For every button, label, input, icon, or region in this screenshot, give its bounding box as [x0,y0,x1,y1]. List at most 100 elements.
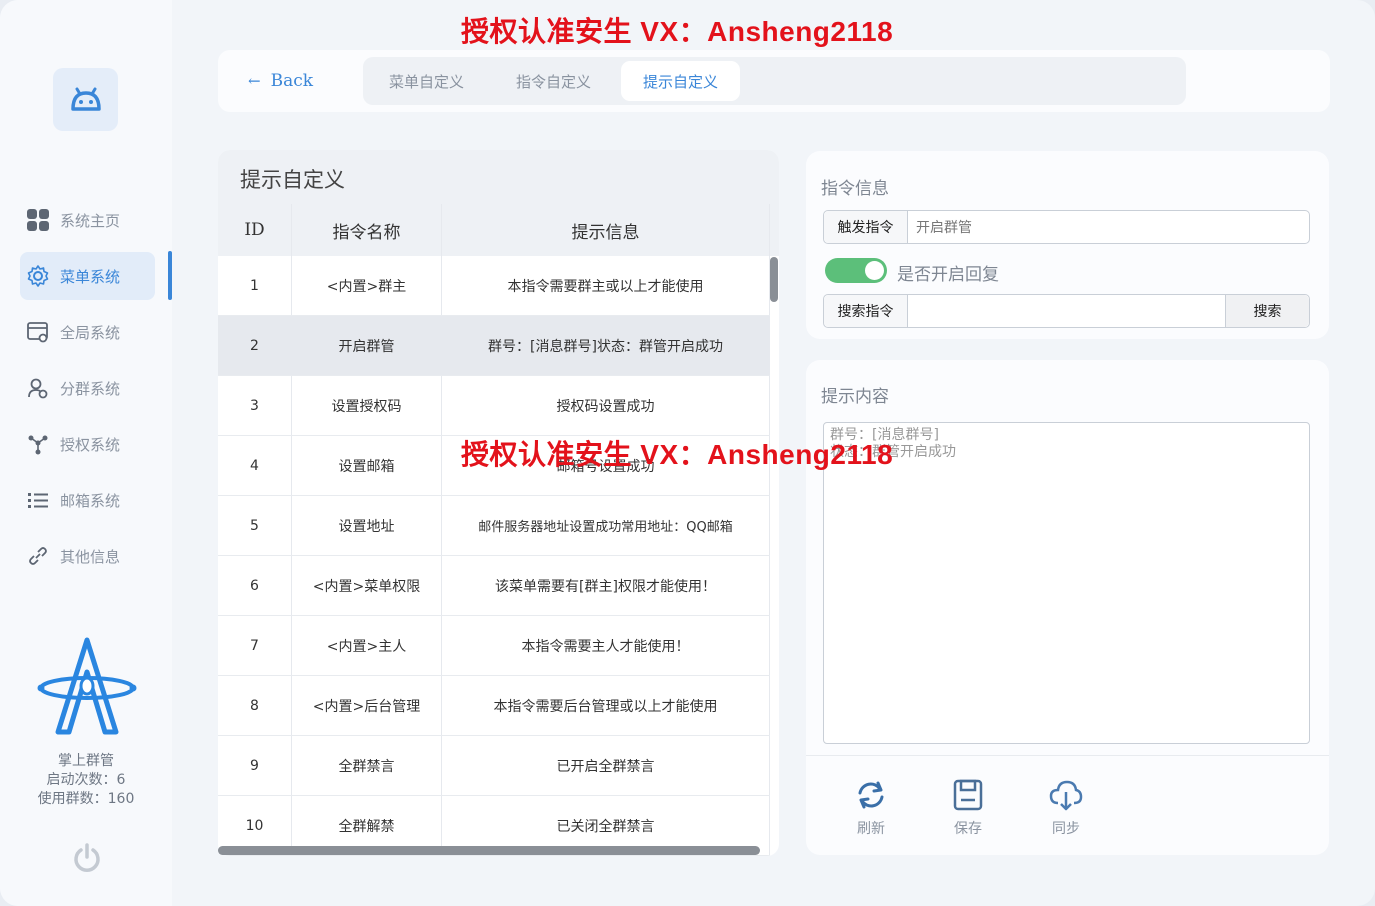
header-message[interactable]: 提示信息 [442,204,770,256]
cell-name: <内置>主人 [292,616,442,675]
cell-message: 邮件服务器地址设置成功常用地址：QQ邮箱 [442,496,770,555]
prompt-content-title: 提示内容 [821,387,889,407]
cell-name: <内置>菜单权限 [292,556,442,615]
sync-button[interactable]: 同步 [1036,778,1096,838]
cell-name: 设置地址 [292,496,442,555]
app-window: 系统主页 菜单系统 全局系统 分群系统 授权系统 邮箱系统 其他信息 掌上群管 … [0,0,1375,906]
search-button[interactable]: 搜索 [1225,295,1309,327]
sidebar-item-label: 全局系统 [60,323,121,342]
refresh-label: 刷新 [857,821,885,837]
group-count: 使用群数：160 [37,791,135,807]
sidebar-item-global[interactable]: 全局系统 [20,308,155,356]
table-row[interactable]: 1 <内置>群主 本指令需要群主或以上才能使用 [218,256,770,316]
cell-name: 开启群管 [292,316,442,375]
sidebar-item-label: 系统主页 [60,211,121,230]
table-row[interactable]: 8 <内置>后台管理 本指令需要后台管理或以上才能使用 [218,676,770,736]
reply-toggle-label: 是否开启回复 [897,265,999,285]
cell-name: 设置邮箱 [292,436,442,495]
cell-id: 3 [218,376,292,435]
list-icon [28,493,48,508]
sidebar-item-label: 菜单系统 [60,267,121,286]
sidebar-item-menu[interactable]: 菜单系统 [20,252,155,300]
trigger-command-label: 触发指令 [824,211,908,243]
cell-id: 1 [218,256,292,315]
sidebar-item-label: 其他信息 [60,547,121,566]
search-command-label: 搜索指令 [824,295,908,327]
sidebar-item-label: 分群系统 [60,379,121,398]
window-settings-icon [27,322,48,343]
sidebar-item-auth[interactable]: 授权系统 [20,420,155,468]
save-icon [953,779,983,811]
android-icon [70,87,101,111]
sidebar-item-mail[interactable]: 邮箱系统 [20,476,155,524]
active-nav-indicator [168,251,172,300]
cell-message: 群号：[消息群号]状态：群管开启成功 [442,316,770,375]
network-icon [28,435,48,455]
prompt-content-textarea[interactable]: 群号：[消息群号] 状态：群管开启成功 [823,422,1310,744]
cell-id: 8 [218,676,292,735]
tab-command-custom[interactable]: 指令自定义 [494,61,613,101]
table-vertical-scrollbar[interactable] [770,257,778,302]
table-row[interactable]: 6 <内置>菜单权限 该菜单需要有[群主]权限才能使用！ [218,556,770,616]
cell-message: 授权码设置成功 [442,376,770,435]
cell-id: 6 [218,556,292,615]
table-title: 提示自定义 [218,150,779,204]
table-body: 1 <内置>群主 本指令需要群主或以上才能使用 2 开启群管 群号：[消息群号]状态：群… [218,256,770,856]
cell-id: 7 [218,616,292,675]
refresh-icon [858,781,884,809]
launch-count: 启动次数：6 [46,772,126,788]
table-row[interactable]: 9 全群禁言 已开启全群禁言 [218,736,770,796]
table-row[interactable]: 3 设置授权码 授权码设置成功 [218,376,770,436]
table-row[interactable]: 5 设置地址 邮件服务器地址设置成功常用地址：QQ邮箱 [218,496,770,556]
brand-name: 掌上群管 [58,753,114,769]
cell-name: 全群禁言 [292,736,442,795]
brand-logo [37,637,137,735]
power-icon[interactable] [71,842,103,874]
sidebar-item-other[interactable]: 其他信息 [20,532,155,580]
app-logo [53,68,118,131]
table-header: ID 指令名称 提示信息 [218,204,779,256]
brand-info: 掌上群管 启动次数：6 使用群数：160 [0,752,172,809]
tab-bar: 菜单自定义 指令自定义 提示自定义 [363,57,1186,105]
watermark-top: 授权认准安生 VX：Ansheng2118 [461,16,894,47]
cell-name: <内置>后台管理 [292,676,442,735]
cell-message: 该菜单需要有[群主]权限才能使用！ [442,556,770,615]
gear-icon [27,265,49,287]
cell-message: 本指令需要后台管理或以上才能使用 [442,676,770,735]
users-icon [28,378,48,399]
sidebar-item-home[interactable]: 系统主页 [20,196,155,244]
save-button[interactable]: 保存 [938,778,998,838]
sidebar-item-group[interactable]: 分群系统 [20,364,155,412]
trigger-command-input[interactable]: 开启群管 [908,211,1309,243]
cell-id: 2 [218,316,292,375]
watermark-middle: 授权认准安生 VX：Ansheng2118 [461,439,894,470]
reply-toggle[interactable] [825,258,887,283]
cell-id: 5 [218,496,292,555]
sync-label: 同步 [1052,821,1080,837]
link-icon [29,547,47,565]
table-row-selected[interactable]: 2 开启群管 群号：[消息群号]状态：群管开启成功 [218,316,770,376]
refresh-button[interactable]: 刷新 [841,778,901,838]
cell-name: 设置授权码 [292,376,442,435]
arrow-left-icon: ← [248,72,261,90]
back-label: Back [270,71,314,91]
cell-message: 本指令需要主人才能使用！ [442,616,770,675]
sidebar-nav: 系统主页 菜单系统 全局系统 分群系统 授权系统 邮箱系统 其他信息 [20,196,155,588]
cloud-sync-icon [1049,780,1083,811]
sidebar-item-label: 邮箱系统 [60,491,121,510]
prompt-table-panel: 提示自定义 ID 指令名称 提示信息 1 <内置>群主 本指令需要群主或以上才能使用… [218,150,779,856]
cell-id: 9 [218,736,292,795]
tab-menu-custom[interactable]: 菜单自定义 [367,61,486,101]
save-label: 保存 [954,821,982,837]
table-row[interactable]: 7 <内置>主人 本指令需要主人才能使用！ [218,616,770,676]
back-button[interactable]: ← Back [248,68,313,94]
table-horizontal-scrollbar[interactable] [218,846,760,855]
header-name[interactable]: 指令名称 [292,204,442,256]
cell-message: 本指令需要群主或以上才能使用 [442,256,770,315]
trigger-command-field: 触发指令 开启群管 [823,210,1310,244]
header-id[interactable]: ID [218,204,292,256]
search-command-input[interactable] [908,295,1225,327]
sidebar-item-label: 授权系统 [60,435,121,454]
sidebar: 系统主页 菜单系统 全局系统 分群系统 授权系统 邮箱系统 其他信息 掌上群管 … [0,0,172,906]
tab-prompt-custom[interactable]: 提示自定义 [621,61,741,101]
